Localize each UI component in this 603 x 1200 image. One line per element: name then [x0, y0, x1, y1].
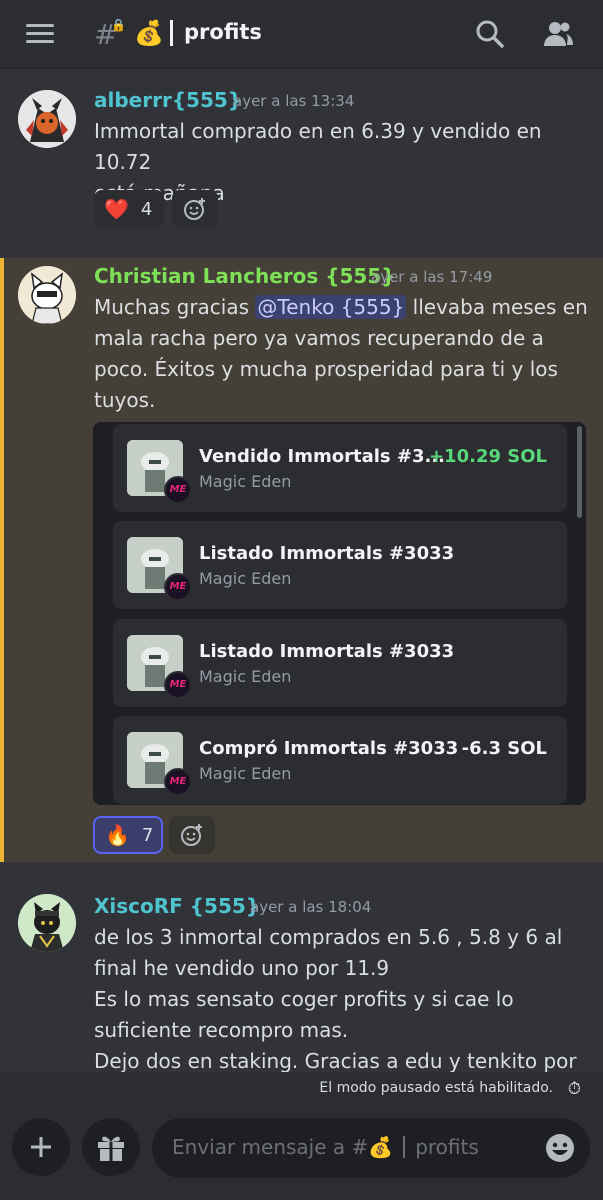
heart-icon: ❤️ [104, 197, 129, 221]
reaction-count: 4 [140, 198, 153, 220]
user-mention[interactable]: @Tenko {555} [255, 295, 407, 319]
activity-title: Compró Immortals #3033 [199, 738, 459, 759]
embed-scrollbar[interactable] [577, 426, 582, 518]
reaction-count: 7 [141, 824, 154, 846]
add-reaction-icon [181, 824, 202, 846]
activity-title: Vendido Immortals #3... [199, 446, 446, 467]
placeholder-emoji: 💰 [368, 1135, 394, 1159]
message-line: tuyos. [94, 388, 156, 412]
paused-mode-bar: El modo pausado está habilitado. ⏱ [0, 1072, 603, 1106]
magic-eden-icon: ME [164, 476, 192, 504]
placeholder-channel: profits [415, 1135, 479, 1159]
placeholder-text: Enviar mensaje a # [172, 1135, 369, 1159]
magic-eden-icon: ME [164, 768, 192, 796]
message-input-placeholder: Enviar mensaje a #💰 profits [172, 1135, 479, 1159]
message-line: mala racha pero ya vamos recuperando de … [94, 326, 544, 350]
stopwatch-icon[interactable]: ⏱ [568, 1079, 581, 1099]
activity-card[interactable]: ME Listado Immortals #3033 Magic Eden [113, 619, 567, 707]
reaction-heart[interactable]: ❤️ 4 [94, 190, 164, 228]
activity-card[interactable]: ME Vendido Immortals #3... Magic Eden +1… [113, 424, 567, 512]
activity-source: Magic Eden [199, 764, 292, 783]
author-name[interactable]: Christian Lancheros {555} [94, 264, 395, 288]
message-line: Immortal comprado en en 6.39 y vendido e… [94, 119, 542, 174]
emoji-icon[interactable] [544, 1132, 576, 1164]
activity-amount: +10.29 SOL [428, 446, 547, 467]
author-name[interactable]: XiscoRF {555} [94, 894, 260, 918]
gift-icon [98, 1136, 124, 1161]
message-alberrr[interactable]: alberrr{555} ayer a las 13:34 Immortal c… [0, 68, 603, 258]
text-fragment: llevaba meses en [406, 295, 588, 319]
channel-emoji: 💰 [134, 19, 164, 47]
message-line: de los 3 inmortal comprados en 5.6 , 5.8… [94, 925, 563, 949]
activity-card[interactable]: ME Compró Immortals #3033 Magic Eden -6.… [113, 716, 567, 804]
text-fragment: Muchas gracias [94, 295, 256, 319]
timestamp: ayer a las 17:49 [371, 268, 493, 286]
message-text: Immortal comprado en en 6.39 y vendido e… [94, 116, 603, 209]
message-xiscorf[interactable]: XiscoRF {555} ayer a las 18:04 de los 3 … [0, 862, 603, 1072]
timestamp: ayer a las 18:04 [250, 898, 372, 916]
message-line: Es lo mas sensato coger profits y si cae… [94, 987, 514, 1011]
activity-source: Magic Eden [199, 667, 292, 686]
members-icon[interactable] [542, 18, 574, 50]
add-reaction-button[interactable] [169, 816, 215, 854]
message-line: suficiente recompro mas. [94, 1018, 349, 1042]
menu-icon[interactable] [26, 24, 54, 44]
channel-name[interactable]: profits [184, 20, 262, 44]
message-line: poco. Éxitos y mucha prosperidad para ti… [94, 357, 558, 381]
plus-icon [31, 1137, 51, 1157]
activity-title: Listado Immortals #3033 [199, 641, 455, 662]
avatar[interactable] [18, 266, 76, 324]
activity-card[interactable]: ME Listado Immortals #3033 Magic Eden [113, 521, 567, 609]
search-icon[interactable] [474, 18, 506, 50]
fire-icon: 🔥 [105, 823, 130, 847]
gift-button[interactable] [82, 1118, 140, 1176]
magic-eden-icon: ME [164, 573, 192, 601]
channel-separator [170, 20, 173, 46]
message-line: Muchas gracias @Tenko {555} llevaba mese… [94, 292, 594, 323]
paused-mode-text: El modo pausado está habilitado. [319, 1080, 553, 1096]
message-line: está mañana [94, 178, 603, 209]
timestamp: ayer a las 13:34 [233, 92, 355, 110]
reaction-fire[interactable]: 🔥 7 [93, 816, 163, 854]
message-line: final he vendido uno por 11.9 [94, 956, 390, 980]
embedded-image[interactable]: ME Vendido Immortals #3... Magic Eden +1… [93, 422, 586, 805]
activity-source: Magic Eden [199, 472, 292, 491]
message-input[interactable]: Enviar mensaje a #💰 profits [152, 1118, 590, 1178]
add-reaction-icon [184, 198, 205, 220]
author-name[interactable]: alberrr{555} [94, 88, 242, 112]
message-text: Muchas gracias @Tenko {555} llevaba mese… [94, 292, 594, 416]
avatar[interactable] [18, 90, 76, 148]
activity-amount: -6.3 SOL [461, 738, 547, 759]
magic-eden-icon: ME [164, 671, 192, 699]
channel-header: # 🔒 💰 profits [0, 0, 603, 69]
lock-icon: 🔒 [111, 18, 126, 32]
message-line: Dejo dos en staking. Gracias a edu y ten… [94, 1049, 577, 1072]
message-text: de los 3 inmortal comprados en 5.6 , 5.8… [94, 922, 594, 1072]
add-attachment-button[interactable] [12, 1118, 70, 1176]
activity-title: Listado Immortals #3033 [199, 543, 455, 564]
activity-source: Magic Eden [199, 569, 292, 588]
avatar[interactable] [18, 894, 76, 952]
placeholder-separator [403, 1136, 406, 1158]
add-reaction-button[interactable] [172, 190, 218, 228]
message-composer: Enviar mensaje a #💰 profits [0, 1106, 603, 1200]
